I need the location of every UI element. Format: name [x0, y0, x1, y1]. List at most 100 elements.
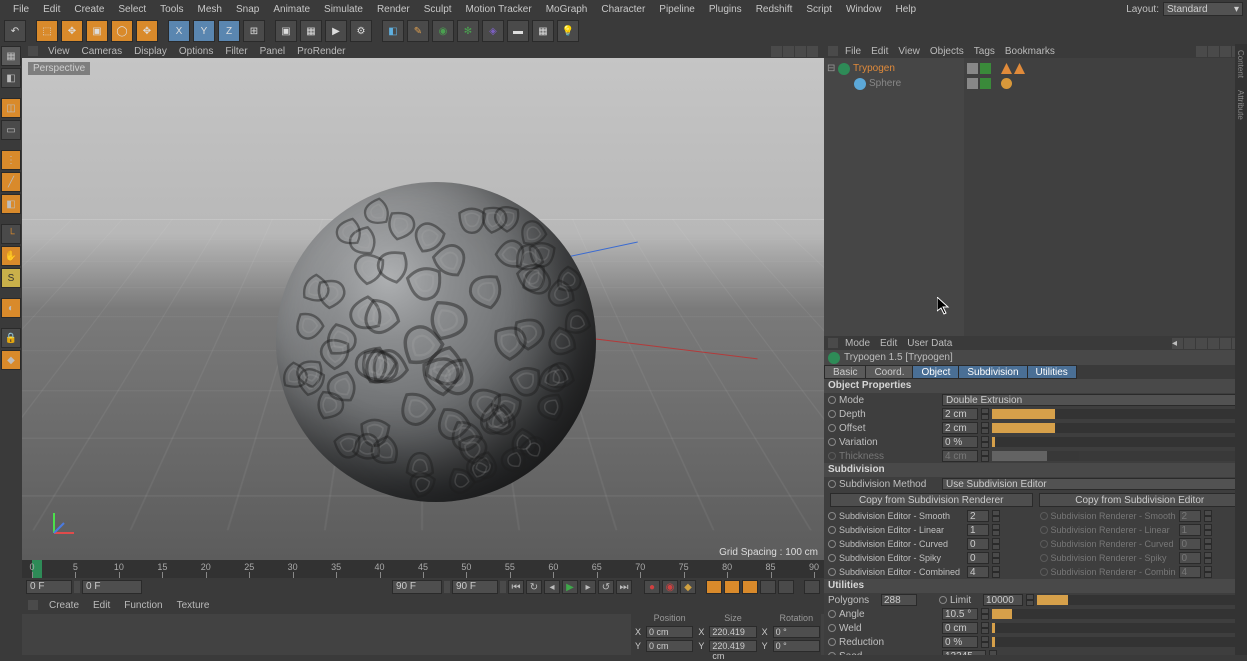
- range-start-field[interactable]: 0 F: [26, 580, 72, 594]
- axis-mode[interactable]: └: [1, 224, 21, 244]
- spinner[interactable]: [981, 622, 989, 634]
- visibility-dot-icon[interactable]: [980, 63, 991, 74]
- rot-y-field[interactable]: 0 °: [773, 640, 820, 652]
- attr-menu-mode[interactable]: Mode: [840, 338, 875, 349]
- snap-toggle[interactable]: S: [1, 268, 21, 288]
- menu-script[interactable]: Script: [799, 2, 839, 17]
- goto-end-button[interactable]: ⏭: [616, 580, 632, 594]
- goto-start-button[interactable]: ⏮: [508, 580, 524, 594]
- menu-simulate[interactable]: Simulate: [317, 2, 370, 17]
- coord-system[interactable]: ⊞: [243, 20, 265, 42]
- limit-field[interactable]: 10000: [983, 594, 1023, 606]
- mat-menu-create[interactable]: Create: [42, 600, 86, 611]
- weld-slider[interactable]: [992, 623, 1243, 633]
- rot-x-field[interactable]: 0 °: [773, 626, 820, 638]
- key-scale-toggle[interactable]: [724, 580, 740, 594]
- tab-object[interactable]: Object: [912, 365, 959, 379]
- menu-character[interactable]: Character: [594, 2, 652, 17]
- menu-motiontracker[interactable]: Motion Tracker: [459, 2, 539, 17]
- size-x-field[interactable]: 220.419 cm: [709, 626, 756, 638]
- copy-from-renderer-button[interactable]: Copy from Subdivision Renderer: [830, 493, 1033, 507]
- z-axis-lock[interactable]: Z: [218, 20, 240, 42]
- last-tool[interactable]: ✥: [136, 20, 158, 42]
- attr-menu-userdata[interactable]: User Data: [902, 338, 957, 349]
- menu-plugins[interactable]: Plugins: [702, 2, 749, 17]
- vp-menu-display[interactable]: Display: [128, 46, 173, 57]
- anim-dot[interactable]: [828, 638, 836, 646]
- spinner[interactable]: [992, 538, 1000, 550]
- tree-node-trypogen[interactable]: ⊟ Trypogen: [827, 61, 961, 76]
- vp-menu-view[interactable]: View: [42, 46, 76, 57]
- add-cloner-button[interactable]: ✻: [457, 20, 479, 42]
- om-menu-view[interactable]: View: [893, 46, 925, 57]
- om-menu-objects[interactable]: Objects: [925, 46, 969, 57]
- move-tool[interactable]: ✥: [61, 20, 83, 42]
- live-select-tool[interactable]: ⬚: [36, 20, 58, 42]
- edge-mode[interactable]: ╱: [1, 172, 21, 192]
- mat-menu-function[interactable]: Function: [117, 600, 169, 611]
- add-deformer-button[interactable]: ◈: [482, 20, 504, 42]
- mode-dropdown[interactable]: Double Extrusion▾: [942, 394, 1243, 406]
- model-mode[interactable]: ▦: [1, 46, 21, 66]
- subdiv-row-field[interactable]: 0: [967, 552, 989, 564]
- menu-tools[interactable]: Tools: [153, 2, 190, 17]
- spinner-icon[interactable]: [444, 581, 450, 593]
- anim-dot[interactable]: [828, 480, 836, 488]
- subdiv-row-field[interactable]: 2: [967, 510, 989, 522]
- vp-menu-cameras[interactable]: Cameras: [76, 46, 129, 57]
- add-pen-button[interactable]: ✎: [407, 20, 429, 42]
- tab-subdivision[interactable]: Subdivision: [958, 365, 1027, 379]
- depth-field[interactable]: 2 cm: [942, 408, 978, 420]
- play-button[interactable]: ▶: [562, 580, 578, 594]
- range-end-field[interactable]: 90 F: [452, 580, 498, 594]
- spinner[interactable]: [992, 524, 1000, 536]
- misc-mode[interactable]: ◆: [1, 350, 21, 370]
- current-frame-field[interactable]: 0 F: [82, 580, 142, 594]
- menu-create[interactable]: Create: [67, 2, 111, 17]
- anim-dot[interactable]: [828, 438, 836, 446]
- grip-icon[interactable]: [28, 600, 38, 610]
- om-menu-bookmarks[interactable]: Bookmarks: [1000, 46, 1060, 57]
- layer-dot-icon[interactable]: [967, 63, 978, 74]
- key-param-toggle[interactable]: [760, 580, 776, 594]
- mat-menu-texture[interactable]: Texture: [170, 600, 217, 611]
- render-pv-button[interactable]: ▶: [325, 20, 347, 42]
- menu-help[interactable]: Help: [889, 2, 924, 17]
- menu-snap[interactable]: Snap: [229, 2, 266, 17]
- layout-dropdown[interactable]: Standard▾: [1163, 2, 1243, 16]
- tag-icon[interactable]: [1001, 63, 1012, 74]
- anim-dot[interactable]: [828, 540, 836, 548]
- x-axis-lock[interactable]: X: [168, 20, 190, 42]
- attr-home-icon[interactable]: [1208, 338, 1219, 349]
- timeline-ruler[interactable]: 051015202530354045505560657075808590: [22, 560, 824, 578]
- spinner[interactable]: [981, 608, 989, 620]
- add-floor-button[interactable]: ▬: [507, 20, 529, 42]
- tab-content-browser[interactable]: Content: [1235, 44, 1246, 84]
- render-view-button[interactable]: ▣: [275, 20, 297, 42]
- add-light-button[interactable]: 💡: [557, 20, 579, 42]
- layer-dot-icon[interactable]: [967, 78, 978, 89]
- om-search-icon[interactable]: [1196, 46, 1207, 57]
- reduction-field[interactable]: 0 %: [942, 636, 978, 648]
- angle-slider[interactable]: [992, 609, 1243, 619]
- point-mode[interactable]: ⋮: [1, 150, 21, 170]
- grip-icon[interactable]: [828, 46, 838, 56]
- prev-key-button[interactable]: ◂: [544, 580, 560, 594]
- menu-select[interactable]: Select: [111, 2, 153, 17]
- weld-field[interactable]: 0 cm: [942, 622, 978, 634]
- spinner[interactable]: [1026, 594, 1034, 606]
- spinner-icon[interactable]: [500, 581, 506, 593]
- depth-slider[interactable]: [992, 409, 1243, 419]
- anim-dot[interactable]: [828, 410, 836, 418]
- workplane-mode[interactable]: ▭: [1, 120, 21, 140]
- subdiv-method-dropdown[interactable]: Use Subdivision Editor▾: [942, 478, 1243, 490]
- spinner-icon[interactable]: [74, 581, 80, 593]
- render-settings-button[interactable]: ⚙: [350, 20, 372, 42]
- om-home-icon[interactable]: [1208, 46, 1219, 57]
- spinner[interactable]: [992, 566, 1000, 578]
- vp-nav-zoom-icon[interactable]: [783, 46, 794, 57]
- tab-coord[interactable]: Coord.: [865, 365, 913, 379]
- loop-button[interactable]: ↻: [526, 580, 542, 594]
- offset-slider[interactable]: [992, 423, 1243, 433]
- anim-dot[interactable]: [828, 624, 836, 632]
